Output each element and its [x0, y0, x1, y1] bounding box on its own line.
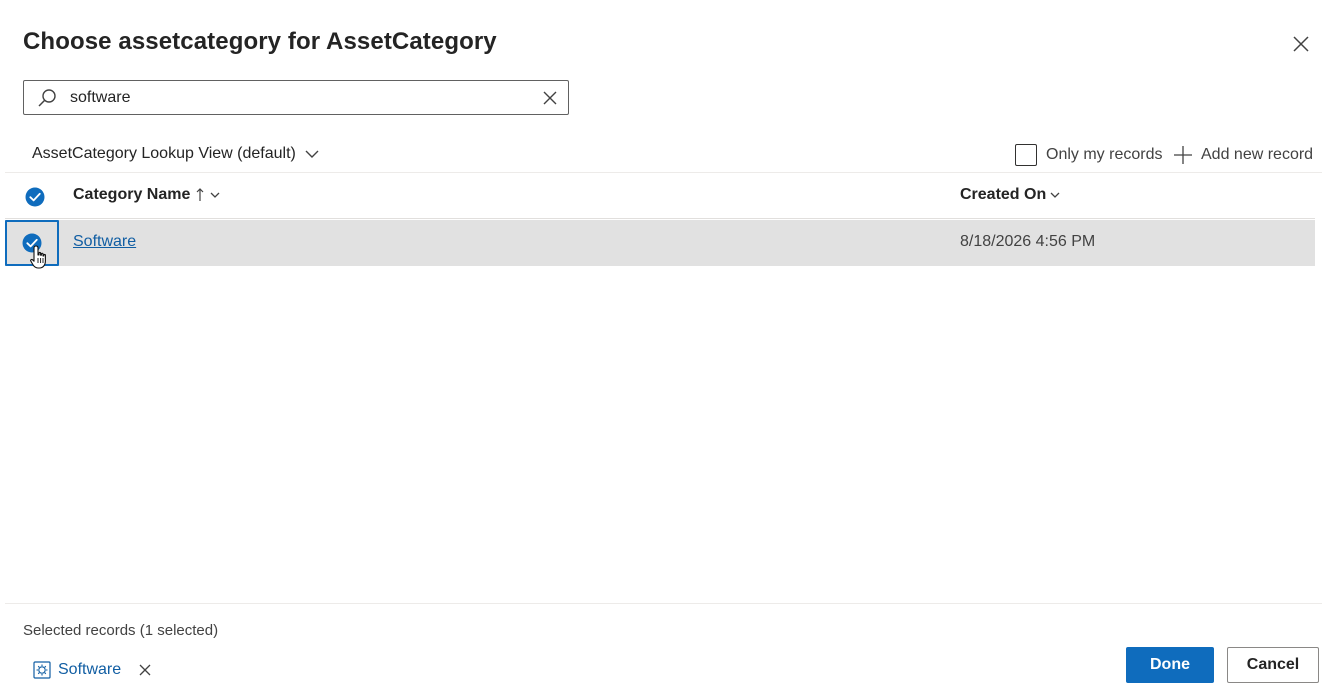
only-my-records-checkbox[interactable] [1015, 144, 1037, 166]
column-header-category-name[interactable]: Category Name [73, 186, 220, 204]
selected-record-label[interactable]: Software [58, 661, 121, 679]
view-selector[interactable]: AssetCategory Lookup View (default) [32, 142, 320, 166]
search-box [23, 80, 569, 115]
divider [5, 218, 1315, 219]
select-all-checkbox[interactable] [24, 186, 46, 208]
selected-record-chip: Software [33, 659, 152, 681]
record-link[interactable]: Software [73, 233, 136, 251]
done-button[interactable]: Done [1126, 647, 1214, 683]
entity-record-icon [33, 661, 51, 679]
dialog-title: Choose assetcategory for AssetCategory [23, 28, 497, 55]
add-new-record-button[interactable]: Add new record [1173, 143, 1313, 167]
divider [5, 172, 1322, 173]
remove-selection-icon[interactable] [138, 663, 152, 677]
close-button[interactable] [1287, 30, 1315, 58]
close-icon [1293, 36, 1309, 52]
lookup-dialog: Choose assetcategory for AssetCategory A… [0, 0, 1322, 695]
sort-ascending-icon [196, 188, 204, 201]
only-my-records-toggle[interactable]: Only my records [1015, 143, 1162, 167]
divider [5, 603, 1322, 604]
plus-icon [1174, 146, 1192, 164]
row-select-checkbox[interactable] [5, 220, 59, 266]
view-name: AssetCategory Lookup View (default) [32, 145, 296, 162]
table-row[interactable]: Software 8/18/2026 4:56 PM [5, 220, 1315, 269]
grid-header: Category Name Created On [5, 176, 1315, 218]
chevron-down-icon [305, 150, 319, 158]
cancel-button[interactable]: Cancel [1227, 647, 1319, 683]
clear-search-icon[interactable] [540, 88, 560, 108]
chevron-down-icon [210, 192, 220, 198]
chevron-down-icon [1050, 192, 1060, 198]
search-input[interactable] [70, 85, 520, 110]
column-label: Created On [960, 186, 1047, 203]
column-label: Category Name [73, 186, 191, 203]
only-my-records-label: Only my records [1046, 146, 1163, 163]
checkmark-circle-icon [22, 233, 42, 253]
created-on-value: 8/18/2026 4:56 PM [960, 233, 1096, 250]
selected-records-title: Selected records (1 selected) [23, 622, 219, 639]
checkmark-circle-icon [25, 187, 45, 207]
add-new-record-label: Add new record [1201, 146, 1314, 163]
column-header-created-on[interactable]: Created On [960, 186, 1060, 204]
search-icon [38, 89, 56, 107]
